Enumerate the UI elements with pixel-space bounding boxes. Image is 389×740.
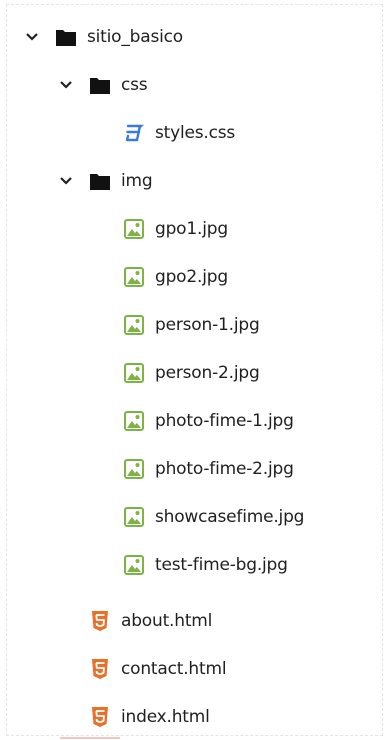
tree-file-test-fime-bg-jpg[interactable]: test-fime-bg.jpg bbox=[123, 541, 288, 589]
tree-item-label: contact.html bbox=[121, 658, 227, 679]
folder-icon bbox=[55, 26, 77, 48]
tree-item-label: gpo1.jpg bbox=[155, 218, 228, 239]
chevron-down-icon[interactable] bbox=[57, 76, 75, 94]
tree-item-label: person-1.jpg bbox=[155, 314, 260, 335]
tree-item-label: index.html bbox=[121, 706, 210, 727]
tree-item-label: sitio_basico bbox=[87, 26, 184, 47]
chevron-down-icon[interactable] bbox=[23, 28, 41, 46]
html5-icon bbox=[89, 706, 111, 728]
tree-file-gpo2-jpg[interactable]: gpo2.jpg bbox=[123, 253, 228, 301]
tree-folder-img[interactable]: img bbox=[57, 157, 153, 205]
tree-folder-css[interactable]: css bbox=[57, 61, 148, 109]
tree-file-person-1-jpg[interactable]: person-1.jpg bbox=[123, 301, 260, 349]
tree-item-label: test-fime-bg.jpg bbox=[155, 554, 288, 575]
tree-item-label: person-2.jpg bbox=[155, 362, 260, 383]
tree-item-label: gpo2.jpg bbox=[155, 266, 228, 287]
folder-icon bbox=[89, 74, 111, 96]
html5-icon bbox=[89, 610, 111, 632]
tree-file-gpo1-jpg[interactable]: gpo1.jpg bbox=[123, 205, 228, 253]
tree-item-label: photo-fime-2.jpg bbox=[155, 458, 294, 479]
image-file-icon bbox=[123, 506, 145, 528]
tree-item-label: photo-fime-1.jpg bbox=[155, 410, 294, 431]
tree-item-label: about.html bbox=[121, 610, 213, 631]
tree-item-label: css bbox=[121, 74, 148, 95]
tree-file-showcasefime-jpg[interactable]: showcasefime.jpg bbox=[123, 493, 304, 541]
tree-file-contact-html[interactable]: contact.html bbox=[89, 645, 227, 693]
css3-icon bbox=[123, 122, 145, 144]
tree-file-about-html[interactable]: about.html bbox=[89, 597, 212, 645]
image-file-icon bbox=[123, 314, 145, 336]
tree-file-index-html[interactable]: index.html bbox=[89, 693, 210, 740]
image-file-icon bbox=[123, 266, 145, 288]
tree-folder-sitio-basico[interactable]: sitio_basico bbox=[23, 13, 183, 61]
image-file-icon bbox=[123, 458, 145, 480]
file-explorer-tree: sitio_basico css styles.css img gpo1.jpg… bbox=[6, 4, 383, 736]
folder-icon bbox=[89, 170, 111, 192]
image-file-icon bbox=[123, 218, 145, 240]
tree-file-person-2-jpg[interactable]: person-2.jpg bbox=[123, 349, 260, 397]
tree-item-label: styles.css bbox=[155, 122, 236, 143]
decorative-divider bbox=[60, 737, 120, 739]
html5-icon bbox=[89, 658, 111, 680]
tree-item-label: showcasefime.jpg bbox=[155, 506, 305, 527]
image-file-icon bbox=[123, 410, 145, 432]
image-file-icon bbox=[123, 554, 145, 576]
tree-file-photo-fime-1-jpg[interactable]: photo-fime-1.jpg bbox=[123, 397, 294, 445]
chevron-down-icon[interactable] bbox=[57, 172, 75, 190]
tree-item-label: img bbox=[121, 170, 153, 191]
tree-file-styles-css[interactable]: styles.css bbox=[123, 109, 235, 157]
tree-file-photo-fime-2-jpg[interactable]: photo-fime-2.jpg bbox=[123, 445, 294, 493]
image-file-icon bbox=[123, 362, 145, 384]
